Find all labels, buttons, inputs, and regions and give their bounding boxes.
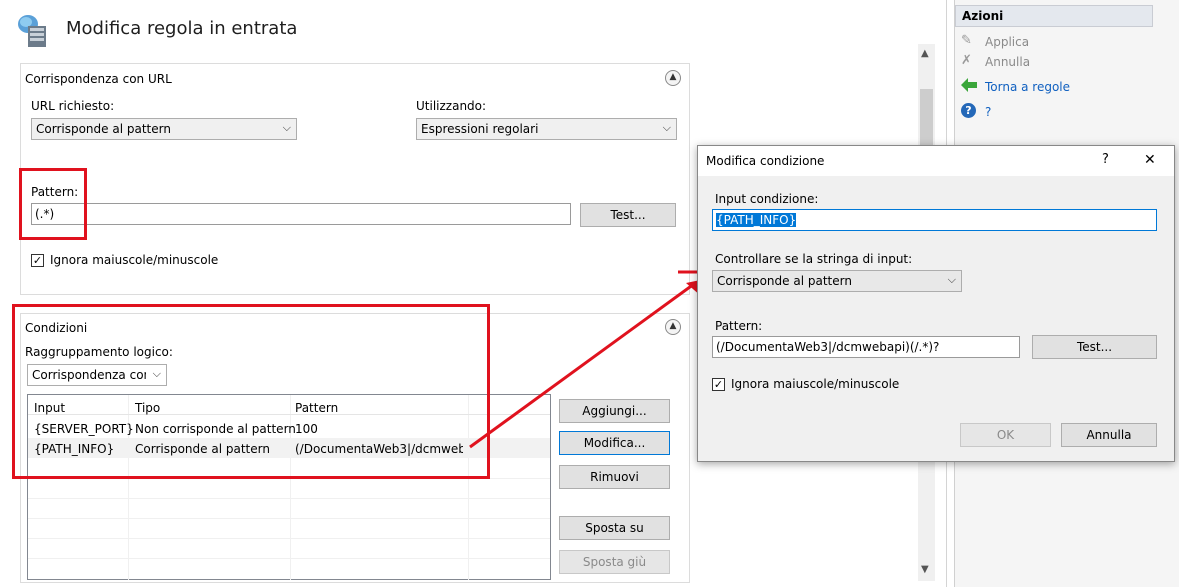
help-icon: ? [961,103,976,118]
dialog-ignore-case-label: Ignora maiuscole/minuscole [731,377,900,391]
dialog-titlebar: Modifica condizione ? ✕ [698,146,1174,176]
dialog-pattern-input[interactable]: (/DocumentaWeb3|/dcmwebapi)(/.*)? [712,336,1020,358]
action-back-to-rules[interactable]: Torna a regole [961,78,1151,96]
dialog-pattern-label: Pattern: [715,319,763,333]
ok-button[interactable]: OK [960,423,1051,447]
actions-header: Azioni [955,5,1153,27]
cancel-icon: ✗ [961,53,972,68]
condition-input-field[interactable]: {PATH_INFO} [712,209,1157,231]
condition-input-label: Input condizione: [715,192,819,206]
back-arrow-icon [961,78,977,95]
dialog-help-button[interactable]: ? [1102,152,1109,167]
check-input-select[interactable]: Corrisponde al pattern ⌵ [712,270,962,292]
check-input-label: Controllare se la stringa di input: [715,252,913,266]
action-cancel[interactable]: ✗ Annulla [961,53,1151,71]
dialog-title: Modifica condizione [706,154,825,168]
action-help[interactable]: ? ? [961,103,1151,121]
dialog-test-button[interactable]: Test... [1032,335,1157,359]
apply-icon: ✎ [961,33,972,48]
dialog-ignore-case-checkbox[interactable]: ✓ [712,378,725,391]
action-apply[interactable]: ✎ Applica [961,33,1151,51]
dialog-cancel-button[interactable]: Annulla [1061,423,1157,447]
edit-condition-dialog: Modifica condizione ? ✕ Input condizione… [697,145,1175,462]
chevron-down-icon: ⌵ [947,273,956,286]
close-icon[interactable]: ✕ [1144,152,1156,168]
